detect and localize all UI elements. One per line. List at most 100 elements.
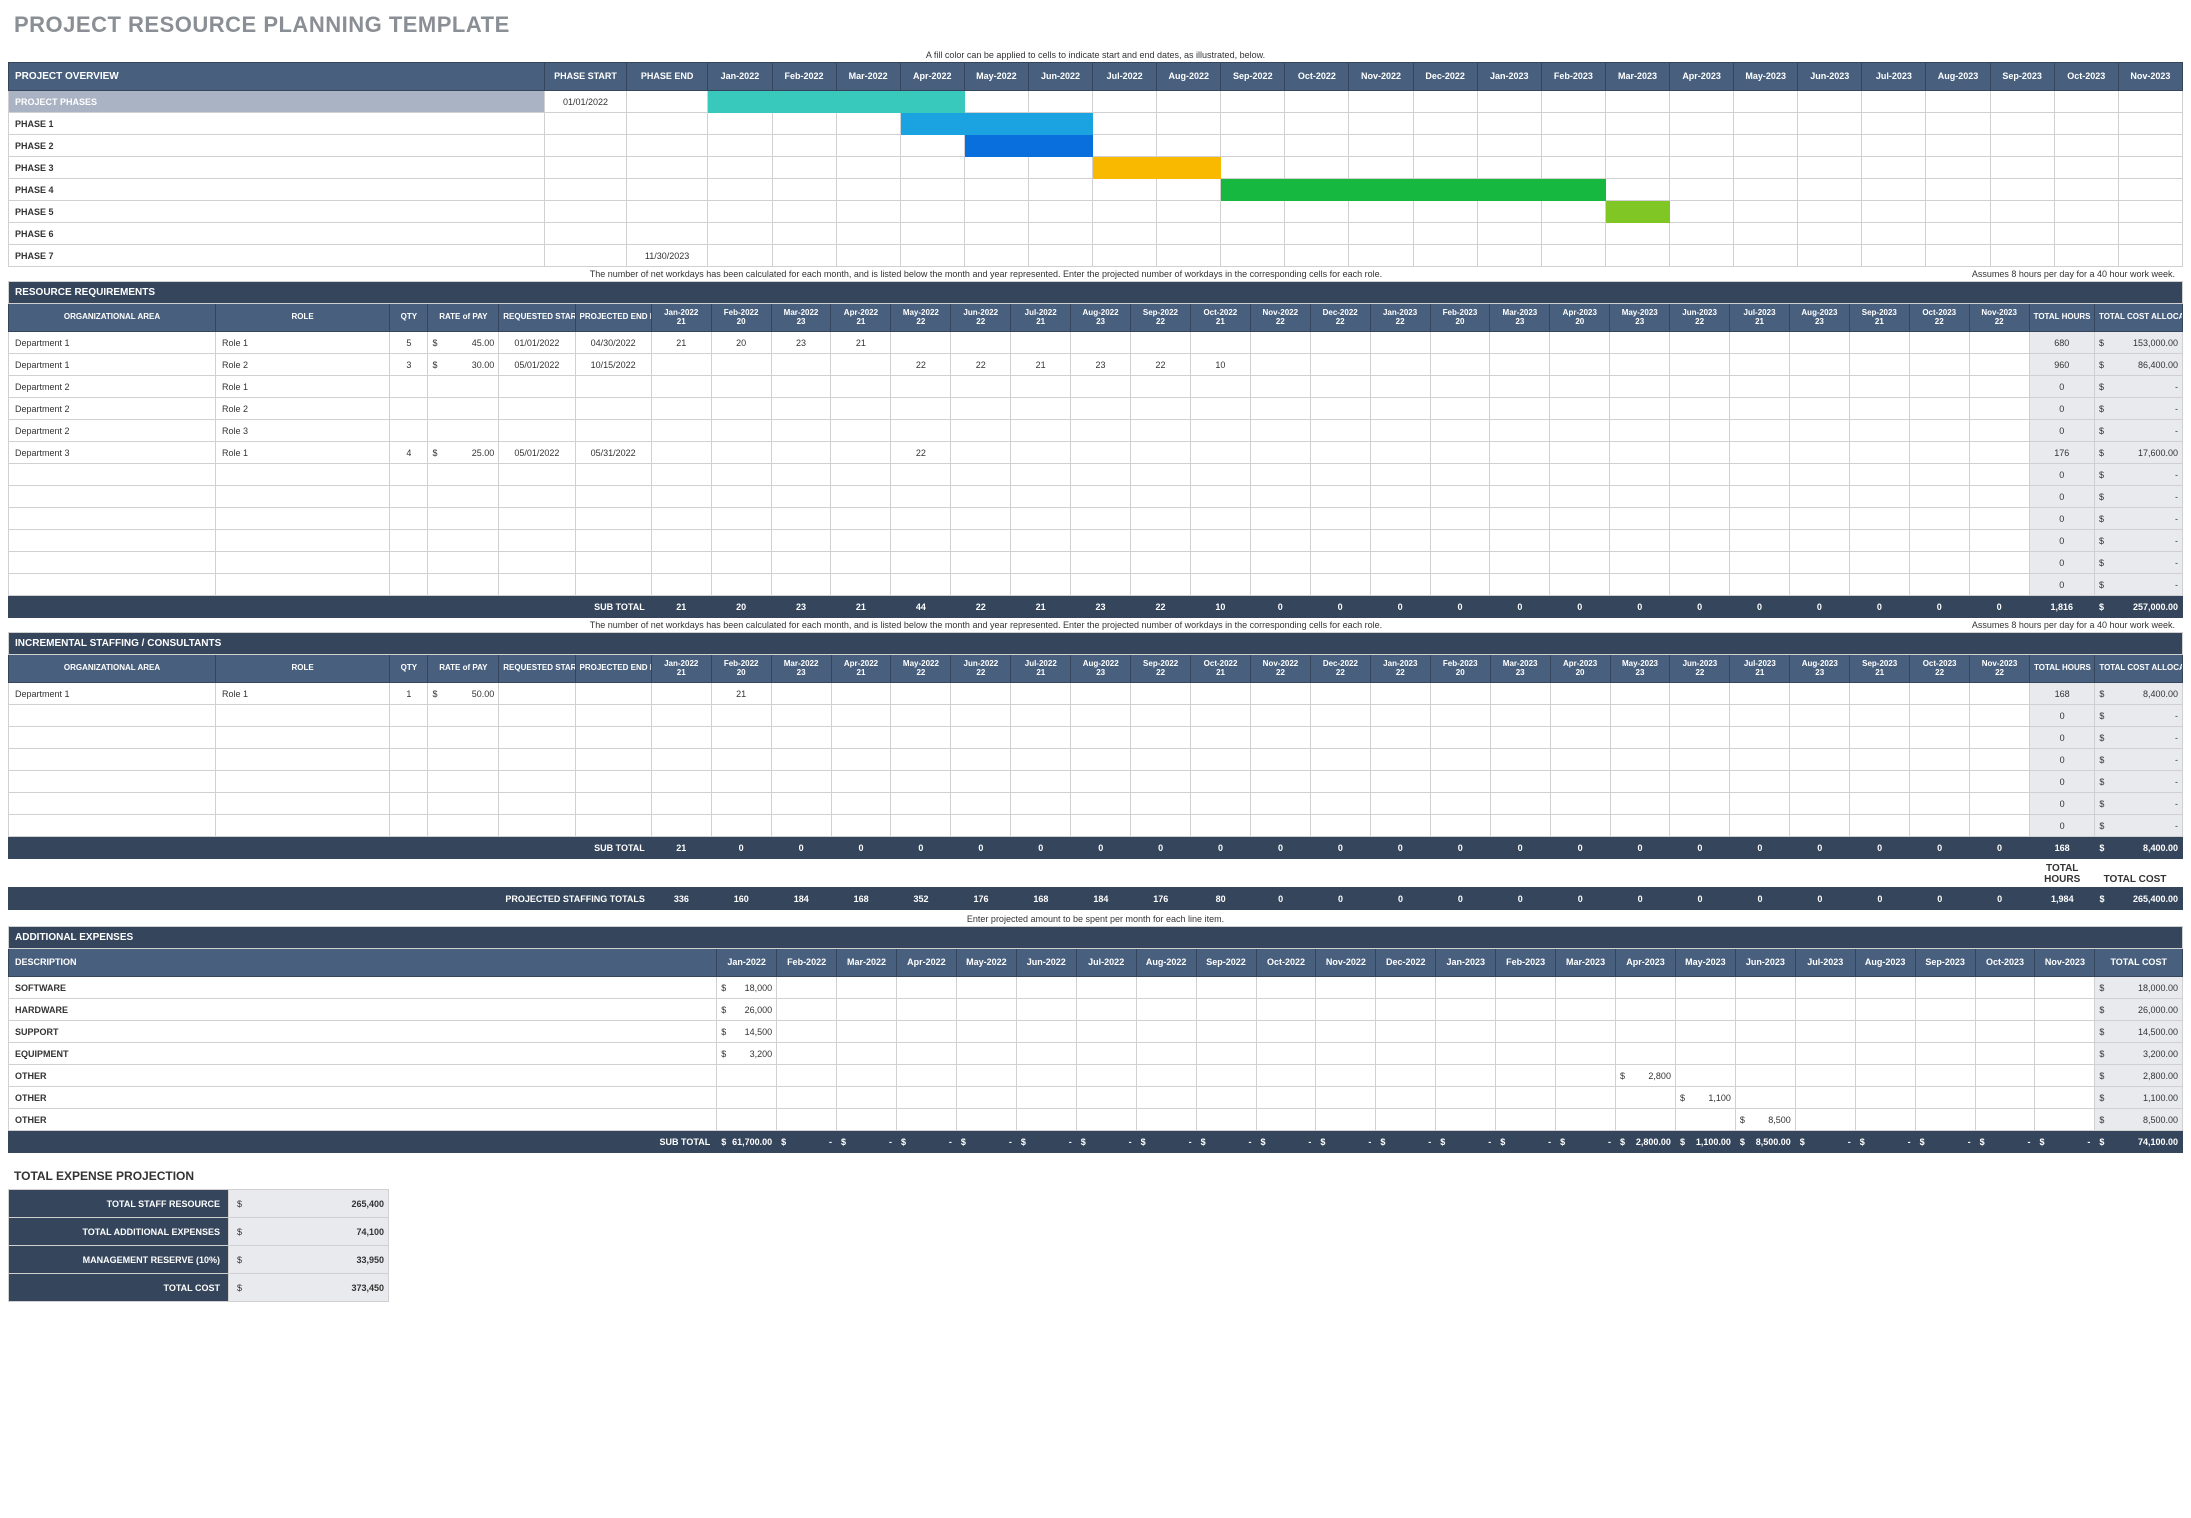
expense-cell[interactable] — [1496, 1043, 1556, 1065]
workday-cell[interactable] — [1131, 749, 1191, 771]
expense-cell[interactable] — [1076, 977, 1136, 999]
workday-cell[interactable] — [1131, 815, 1191, 837]
workday-cell[interactable] — [1670, 552, 1730, 574]
workday-cell[interactable] — [1370, 552, 1430, 574]
role-cell[interactable] — [216, 508, 390, 530]
gantt-cell[interactable] — [772, 245, 836, 267]
expense-cell[interactable] — [1376, 1087, 1436, 1109]
gantt-cell[interactable] — [1862, 157, 1926, 179]
workday-cell[interactable] — [1730, 815, 1790, 837]
gantt-cell[interactable] — [836, 179, 900, 201]
workday-cell[interactable] — [1490, 398, 1550, 420]
workday-cell[interactable] — [1969, 486, 2029, 508]
expense-cell[interactable] — [1795, 1065, 1855, 1087]
workday-cell[interactable] — [1011, 486, 1071, 508]
org-cell[interactable]: Department 2 — [9, 420, 216, 442]
expense-cell[interactable] — [1076, 1021, 1136, 1043]
workday-cell[interactable] — [711, 815, 771, 837]
gantt-cell[interactable] — [1926, 157, 1990, 179]
expense-cell[interactable] — [1196, 999, 1256, 1021]
workday-cell[interactable] — [1550, 486, 1610, 508]
phase-start[interactable] — [545, 157, 627, 179]
workday-cell[interactable] — [1550, 398, 1610, 420]
workday-cell[interactable] — [1430, 793, 1490, 815]
gantt-cell[interactable] — [1734, 135, 1798, 157]
gantt-cell[interactable] — [1605, 223, 1669, 245]
workday-cell[interactable] — [1969, 376, 2029, 398]
workday-cell[interactable] — [1310, 815, 1370, 837]
workday-cell[interactable] — [1730, 420, 1790, 442]
gantt-cell[interactable] — [964, 201, 1028, 223]
workday-cell[interactable] — [1789, 574, 1849, 596]
role-cell[interactable]: Role 1 — [216, 683, 390, 705]
workday-cell[interactable] — [1850, 749, 1910, 771]
workday-cell[interactable] — [1370, 442, 1430, 464]
role-cell[interactable]: Role 2 — [216, 354, 390, 376]
workday-cell[interactable] — [891, 508, 951, 530]
workday-cell[interactable] — [1550, 530, 1610, 552]
workday-cell[interactable] — [891, 683, 951, 705]
gantt-cell[interactable] — [1477, 91, 1541, 113]
workday-cell[interactable] — [1430, 486, 1490, 508]
gantt-cell[interactable] — [1798, 179, 1862, 201]
workday-cell[interactable] — [1670, 705, 1730, 727]
workday-cell[interactable] — [1190, 398, 1250, 420]
gantt-cell[interactable] — [1862, 223, 1926, 245]
role-cell[interactable]: Role 1 — [216, 376, 390, 398]
phase-start[interactable] — [545, 245, 627, 267]
workday-cell[interactable] — [1790, 771, 1850, 793]
workday-cell[interactable] — [1131, 705, 1191, 727]
expense-cell[interactable] — [1975, 1109, 2035, 1131]
qty-cell[interactable] — [390, 749, 428, 771]
workday-cell[interactable] — [1730, 332, 1790, 354]
req-start-cell[interactable] — [499, 508, 575, 530]
workday-cell[interactable] — [1970, 749, 2030, 771]
role-cell[interactable] — [216, 530, 390, 552]
workday-cell[interactable] — [1730, 486, 1790, 508]
expense-cell[interactable] — [2035, 977, 2095, 999]
workday-cell[interactable] — [1310, 464, 1370, 486]
gantt-cell[interactable] — [1990, 223, 2054, 245]
org-cell[interactable] — [9, 574, 216, 596]
workday-cell[interactable] — [711, 705, 771, 727]
workday-cell[interactable] — [1909, 486, 1969, 508]
gantt-cell[interactable] — [772, 91, 836, 113]
gantt-cell[interactable] — [1349, 245, 1413, 267]
rate-cell[interactable] — [428, 530, 499, 552]
expense-cell[interactable] — [1675, 1021, 1735, 1043]
expense-cell[interactable] — [1855, 1065, 1915, 1087]
expense-cell[interactable] — [1556, 1065, 1616, 1087]
gantt-cell[interactable] — [1734, 245, 1798, 267]
role-cell[interactable]: Role 1 — [216, 332, 390, 354]
workday-cell[interactable] — [1131, 574, 1191, 596]
req-start-cell[interactable] — [499, 420, 575, 442]
expense-cell[interactable] — [1136, 1043, 1196, 1065]
workday-cell[interactable] — [831, 376, 891, 398]
gantt-cell[interactable] — [2118, 91, 2182, 113]
workday-cell[interactable] — [651, 793, 711, 815]
gantt-cell[interactable] — [1028, 245, 1092, 267]
workday-cell[interactable] — [1131, 552, 1191, 574]
workday-cell[interactable] — [1850, 683, 1910, 705]
workday-cell[interactable] — [951, 508, 1011, 530]
gantt-cell[interactable] — [1734, 157, 1798, 179]
rate-cell[interactable] — [428, 376, 499, 398]
workday-cell[interactable] — [1430, 332, 1490, 354]
expense-cell[interactable] — [1376, 999, 1436, 1021]
role-cell[interactable] — [216, 464, 390, 486]
expense-cell[interactable] — [1795, 1043, 1855, 1065]
workday-cell[interactable] — [951, 442, 1011, 464]
gantt-cell[interactable] — [1734, 201, 1798, 223]
expense-cell[interactable] — [1556, 1109, 1616, 1131]
gantt-cell[interactable] — [1157, 157, 1221, 179]
workday-cell[interactable] — [1910, 683, 1970, 705]
workday-cell[interactable] — [1610, 552, 1670, 574]
workday-cell[interactable] — [711, 749, 771, 771]
workday-cell[interactable] — [1490, 508, 1550, 530]
workday-cell[interactable] — [1909, 376, 1969, 398]
workday-cell[interactable] — [771, 530, 831, 552]
gantt-cell[interactable] — [1862, 113, 1926, 135]
workday-cell[interactable] — [1310, 530, 1370, 552]
expense-cell[interactable] — [1556, 1043, 1616, 1065]
proj-end-cell[interactable] — [575, 420, 651, 442]
